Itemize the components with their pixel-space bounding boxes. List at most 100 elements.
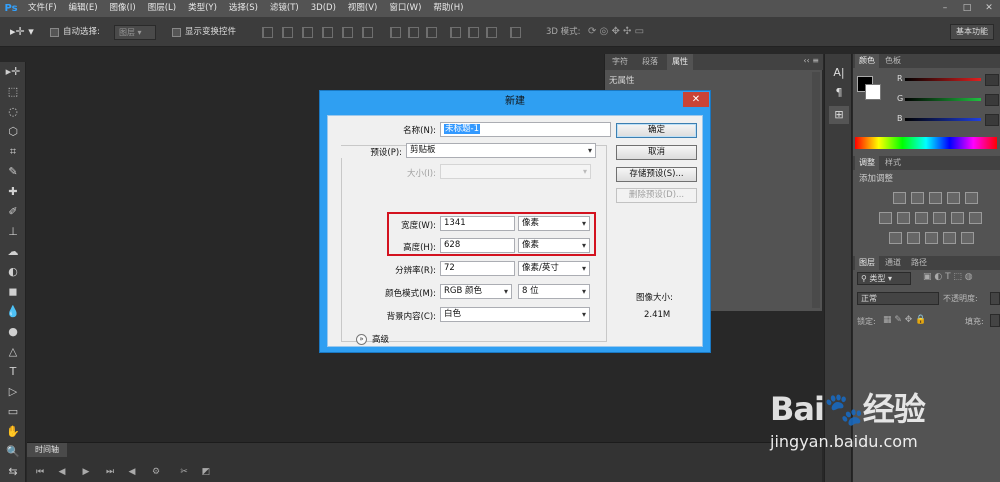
red-value-field[interactable] [985, 74, 999, 86]
resolution-input[interactable]: 72 [440, 261, 515, 276]
green-slider[interactable] [905, 98, 981, 101]
color-mode-dropdown[interactable]: RGB 颜色 ▾ [440, 284, 512, 299]
menu-select[interactable]: 选择(S) [223, 0, 264, 17]
tab-character[interactable]: 字符 [607, 54, 633, 70]
red-slider[interactable] [905, 78, 981, 81]
transition-icon[interactable]: ◩ [199, 465, 213, 479]
tab-styles[interactable]: 样式 [881, 156, 905, 170]
minimize-button[interactable]: – [934, 0, 956, 17]
align-top-icon[interactable] [262, 27, 273, 38]
settings-icon[interactable]: ⚙ [149, 465, 163, 479]
dodge-tool-icon[interactable]: ● [0, 322, 26, 342]
tab-properties[interactable]: 属性 [667, 54, 693, 70]
quick-select-tool-icon[interactable]: ⬡ [0, 122, 26, 142]
paragraph-panel-icon[interactable]: ¶ [829, 84, 849, 102]
brush-tool-icon[interactable]: ✐ [0, 202, 26, 222]
menu-file[interactable]: 文件(F) [22, 0, 63, 17]
pen-tool-icon[interactable]: △ [0, 342, 26, 362]
marquee-tool-icon[interactable]: ⬚ [0, 82, 26, 102]
layer-kind-filter[interactable]: ⚲ 类型 ▾ [857, 272, 911, 285]
properties-scrollbar[interactable] [812, 72, 820, 308]
distribute-top-icon[interactable] [390, 27, 401, 38]
green-value-field[interactable] [985, 94, 999, 106]
swap-colors-icon[interactable]: ⇆ [0, 462, 26, 482]
panel-menu-icon[interactable]: ‹‹ ≡ [803, 56, 819, 65]
align-left-icon[interactable] [322, 27, 333, 38]
eyedropper-tool-icon[interactable]: ✎ [0, 162, 26, 182]
advanced-label[interactable]: 高级 [372, 333, 389, 345]
healing-tool-icon[interactable]: ✚ [0, 182, 26, 202]
photo-filter-icon[interactable] [933, 212, 946, 224]
stamp-tool-icon[interactable]: ⊥ [0, 222, 26, 242]
cancel-button[interactable]: 取消 [616, 145, 697, 160]
distribute-vcenter-icon[interactable] [408, 27, 419, 38]
gradient-map-icon[interactable] [943, 232, 956, 244]
distribute-hcenter-icon[interactable] [468, 27, 479, 38]
invert-icon[interactable] [889, 232, 902, 244]
auto-select-dropdown[interactable]: 图层 ▾ [114, 25, 156, 40]
curves-icon[interactable] [929, 192, 942, 204]
menu-edit[interactable]: 编辑(E) [63, 0, 104, 17]
selective-color-icon[interactable] [961, 232, 974, 244]
properties-panel-icon[interactable]: ⊞ [829, 106, 849, 124]
preset-dropdown[interactable]: 剪贴板 ▾ [406, 143, 596, 158]
posterize-icon[interactable] [907, 232, 920, 244]
threshold-icon[interactable] [925, 232, 938, 244]
menu-view[interactable]: 视图(V) [342, 0, 383, 17]
menu-help[interactable]: 帮助(H) [427, 0, 469, 17]
blend-mode-dropdown[interactable]: 正常 [857, 292, 939, 305]
lasso-tool-icon[interactable]: ◌ [0, 102, 26, 122]
tab-swatches[interactable]: 色板 [881, 54, 905, 68]
background-color-swatch[interactable] [865, 84, 881, 100]
split-icon[interactable]: ✂ [177, 465, 191, 479]
align-hcenter-icon[interactable] [342, 27, 353, 38]
tab-layers[interactable]: 图层 [855, 256, 879, 270]
menu-filter[interactable]: 滤镜(T) [264, 0, 305, 17]
timeline-tab[interactable]: 时间轴 [27, 443, 67, 457]
move-tool-icon[interactable]: ▸✛ [0, 62, 26, 82]
tab-channels[interactable]: 通道 [881, 256, 905, 270]
auto-align-icon[interactable] [510, 27, 521, 38]
ok-button[interactable]: 确定 [616, 123, 697, 138]
resolution-unit-dropdown[interactable]: 像素/英寸 ▾ [518, 261, 590, 276]
fill-field[interactable] [990, 314, 1000, 327]
hue-sat-icon[interactable] [879, 212, 892, 224]
distribute-right-icon[interactable] [486, 27, 497, 38]
opacity-field[interactable] [990, 292, 1000, 305]
crop-tool-icon[interactable]: ⌗ [0, 142, 26, 162]
layer-filter-icons[interactable]: ▣ ◐ T ⬚ ◍ [923, 272, 973, 282]
first-frame-icon[interactable]: ⏮ [33, 465, 47, 479]
lock-icons[interactable]: ▦ ✎ ✥ 🔒 [883, 315, 926, 325]
prev-frame-icon[interactable]: ◀ [55, 465, 69, 479]
next-frame-icon[interactable]: ⏭ [103, 465, 117, 479]
levels-icon[interactable] [911, 192, 924, 204]
align-vcenter-icon[interactable] [282, 27, 293, 38]
color-balance-icon[interactable] [897, 212, 910, 224]
history-brush-tool-icon[interactable]: ☁ [0, 242, 26, 262]
blue-value-field[interactable] [985, 114, 999, 126]
distribute-bottom-icon[interactable] [426, 27, 437, 38]
bit-depth-dropdown[interactable]: 8 位 ▾ [518, 284, 590, 299]
color-lookup-icon[interactable] [969, 212, 982, 224]
tab-adjustments[interactable]: 调整 [855, 156, 879, 170]
character-panel-icon[interactable]: A| [829, 64, 849, 82]
type-tool-icon[interactable]: T [0, 362, 26, 382]
hand-tool-icon[interactable]: ✋ [0, 422, 26, 442]
tab-color[interactable]: 颜色 [855, 54, 879, 68]
auto-select-checkbox[interactable] [50, 28, 59, 37]
advanced-expand-icon[interactable]: » [356, 334, 367, 345]
menu-window[interactable]: 窗口(W) [383, 0, 427, 17]
eraser-tool-icon[interactable]: ◐ [0, 262, 26, 282]
tab-paragraph[interactable]: 段落 [637, 54, 663, 70]
audio-icon[interactable]: ◀ [125, 465, 139, 479]
workspace-button[interactable]: 基本功能 [950, 24, 994, 40]
tab-paths[interactable]: 路径 [907, 256, 931, 270]
brightness-icon[interactable] [893, 192, 906, 204]
play-icon[interactable]: ▶ [79, 465, 93, 479]
blue-slider[interactable] [905, 118, 981, 121]
channel-mixer-icon[interactable] [951, 212, 964, 224]
align-right-icon[interactable] [362, 27, 373, 38]
name-input[interactable]: 未标题-1 [440, 122, 611, 137]
gradient-tool-icon[interactable]: ◼ [0, 282, 26, 302]
dialog-close-button[interactable]: ✕ [683, 92, 709, 107]
